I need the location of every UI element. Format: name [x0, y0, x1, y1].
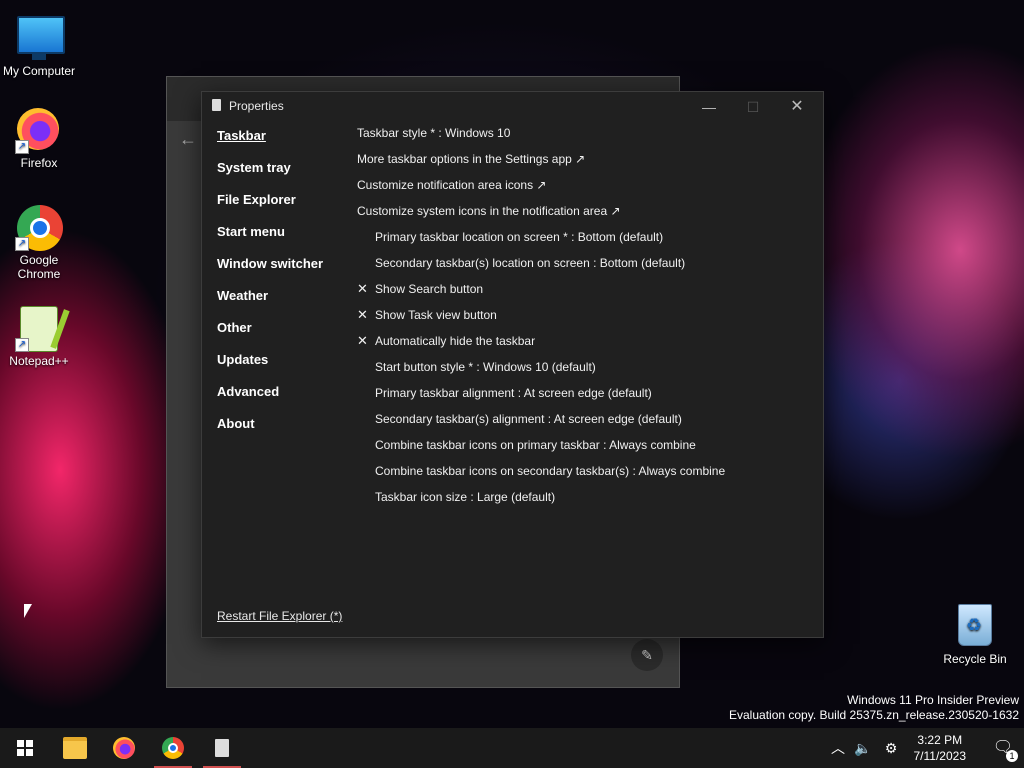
- window-title: Properties: [229, 99, 284, 113]
- properties-window: Properties — ☐ ✕ Taskbar System tray Fil…: [201, 91, 824, 638]
- desktop-icon-recycle-bin[interactable]: Recycle Bin: [937, 604, 1013, 666]
- folder-icon: [63, 737, 87, 759]
- section-nav: Taskbar System tray File Explorer Start …: [217, 128, 323, 448]
- clock-date: 7/11/2023: [913, 749, 967, 763]
- pencil-icon[interactable]: ✎: [631, 639, 663, 671]
- link-more-taskbar-options[interactable]: More taskbar options in the Settings app…: [357, 151, 807, 177]
- show-hidden-icons-button[interactable]: ︿: [826, 728, 850, 768]
- setting-primary-taskbar-location[interactable]: Primary taskbar location on screen * : B…: [357, 229, 807, 255]
- desktop-icon-label: Google Chrome: [17, 253, 61, 281]
- link-customize-notification-icons[interactable]: Customize notification area icons ↗: [357, 177, 807, 203]
- desktop-icon-my-computer[interactable]: My Computer: [1, 10, 77, 78]
- speaker-icon: 🔈: [854, 739, 872, 756]
- taskbar-properties[interactable]: [199, 728, 245, 768]
- taskbar: ︿ 🔈 ⚙ 3:22 PM 7/11/2023 🗨 1: [0, 728, 1024, 768]
- nav-item-advanced[interactable]: Advanced: [217, 384, 323, 416]
- taskbar-settings-list: Taskbar style * : Windows 10 More taskba…: [357, 125, 807, 515]
- checkmark-x-icon: ✕: [357, 333, 368, 348]
- taskbar-file-explorer[interactable]: [52, 728, 98, 768]
- nav-item-about[interactable]: About: [217, 416, 323, 448]
- shortcut-arrow-icon: ↗: [15, 140, 29, 154]
- setting-primary-taskbar-alignment[interactable]: Primary taskbar alignment : At screen ed…: [357, 385, 807, 411]
- taskbar-chrome[interactable]: [150, 728, 196, 768]
- settings-button[interactable]: ⚙: [878, 728, 904, 768]
- watermark-build: Evaluation copy. Build 25375.zn_release.…: [729, 708, 1019, 722]
- maximize-button[interactable]: ☐: [733, 96, 773, 118]
- toggle-label: Show Search button: [375, 282, 484, 296]
- checkmark-x-icon: ✕: [357, 281, 368, 296]
- watermark-edition: Windows 11 Pro Insider Preview: [847, 693, 1019, 707]
- shortcut-arrow-icon: ↗: [15, 237, 29, 251]
- computer-icon: [17, 16, 65, 60]
- nav-item-taskbar[interactable]: Taskbar: [217, 128, 323, 160]
- start-button[interactable]: [2, 728, 48, 768]
- nav-item-system-tray[interactable]: System tray: [217, 160, 323, 192]
- titlebar[interactable]: Properties — ☐ ✕: [202, 92, 823, 120]
- nav-item-start-menu[interactable]: Start menu: [217, 224, 323, 256]
- toggle-auto-hide-taskbar[interactable]: ✕ Automatically hide the taskbar: [357, 333, 807, 359]
- nav-item-other[interactable]: Other: [217, 320, 323, 352]
- desktop-icon-label: My Computer: [2, 64, 76, 78]
- toggle-show-task-view-button[interactable]: ✕ Show Task view button: [357, 307, 807, 333]
- taskbar-firefox[interactable]: [101, 728, 147, 768]
- windows-watermark: Windows 11 Pro Insider Preview Evaluatio…: [729, 693, 1019, 723]
- setting-taskbar-style[interactable]: Taskbar style * : Windows 10: [357, 125, 807, 151]
- volume-button[interactable]: 🔈: [850, 728, 876, 768]
- setting-taskbar-icon-size[interactable]: Taskbar icon size : Large (default): [357, 489, 807, 515]
- chevron-up-icon: ︿: [831, 740, 845, 756]
- toggle-show-search-button[interactable]: ✕ Show Search button: [357, 281, 807, 307]
- gear-icon: ⚙: [884, 739, 898, 756]
- nav-item-window-switcher[interactable]: Window switcher: [217, 256, 323, 288]
- setting-combine-primary[interactable]: Combine taskbar icons on primary taskbar…: [357, 437, 807, 463]
- checkmark-x-icon: ✕: [357, 307, 368, 322]
- shortcut-arrow-icon: ↗: [15, 338, 29, 352]
- setting-combine-secondary[interactable]: Combine taskbar icons on secondary taskb…: [357, 463, 807, 489]
- mouse-cursor-icon: [24, 604, 32, 618]
- restart-file-explorer-link[interactable]: Restart File Explorer (*): [217, 609, 342, 623]
- desktop-icon-label: Notepad++: [9, 354, 69, 368]
- minimize-button[interactable]: —: [689, 96, 729, 118]
- toggle-label: Automatically hide the taskbar: [375, 334, 536, 348]
- setting-start-button-style[interactable]: Start button style * : Windows 10 (defau…: [357, 359, 807, 385]
- close-button[interactable]: ✕: [777, 96, 817, 118]
- windows-logo-icon: [17, 740, 33, 756]
- clock-time: 3:22 PM: [917, 733, 963, 747]
- desktop-icon-firefox[interactable]: ↗ Firefox: [1, 108, 77, 170]
- recycle-bin-icon: [953, 604, 997, 648]
- properties-app-icon: [215, 739, 229, 757]
- notification-badge: 1: [1006, 750, 1018, 762]
- toggle-label: Show Task view button: [375, 308, 497, 322]
- chrome-icon: ↗: [15, 205, 63, 251]
- desktop-icon-label: Recycle Bin: [943, 652, 1007, 666]
- nav-item-updates[interactable]: Updates: [217, 352, 323, 384]
- desktop-icon-label: Firefox: [20, 156, 58, 170]
- notification-center-button[interactable]: 🗨 1: [992, 737, 1018, 762]
- desktop-icon-notepad-plus-plus[interactable]: ↗ Notepad++: [1, 306, 77, 368]
- link-customize-system-icons[interactable]: Customize system icons in the notificati…: [357, 203, 807, 229]
- setting-secondary-taskbar-alignment[interactable]: Secondary taskbar(s) alignment : At scre…: [357, 411, 807, 437]
- chrome-icon: [162, 737, 184, 759]
- firefox-icon: ↗: [15, 108, 61, 154]
- properties-app-icon: [212, 99, 221, 111]
- taskbar-clock[interactable]: 3:22 PM 7/11/2023: [914, 732, 967, 764]
- setting-secondary-taskbar-location[interactable]: Secondary taskbar(s) location on screen …: [357, 255, 807, 281]
- nav-item-weather[interactable]: Weather: [217, 288, 323, 320]
- notepad-plus-plus-icon: ↗: [15, 306, 61, 352]
- nav-item-file-explorer[interactable]: File Explorer: [217, 192, 323, 224]
- firefox-icon: [113, 737, 135, 759]
- desktop-icon-google-chrome[interactable]: ↗ Google Chrome: [1, 205, 77, 281]
- back-arrow-icon[interactable]: ←: [179, 129, 197, 150]
